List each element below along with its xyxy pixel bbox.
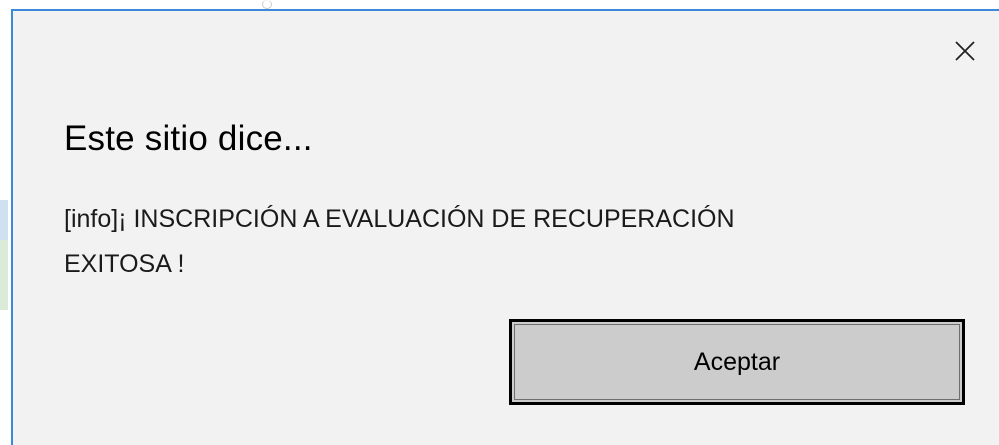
background-artifact [0, 240, 8, 310]
close-icon [955, 41, 975, 61]
dialog-message-line: [info]¡ INSCRIPCIÓN A EVALUACIÓN DE RECU… [64, 205, 735, 233]
accept-button[interactable]: Aceptar [509, 319, 965, 405]
close-button[interactable] [945, 31, 985, 71]
alert-dialog: Este sitio dice... [info]¡ INSCRIPCIÓN A… [11, 9, 999, 445]
dialog-message-line: EXITOSA ! [64, 250, 185, 278]
background-artifact [0, 200, 8, 240]
screen: Este sitio dice... [info]¡ INSCRIPCIÓN A… [0, 0, 999, 445]
dialog-message: [info]¡ INSCRIPCIÓN A EVALUACIÓN DE RECU… [64, 197, 904, 287]
accept-button-label: Aceptar [514, 324, 960, 400]
dialog-title: Este sitio dice... [64, 119, 313, 158]
background-artifact [262, 0, 272, 9]
